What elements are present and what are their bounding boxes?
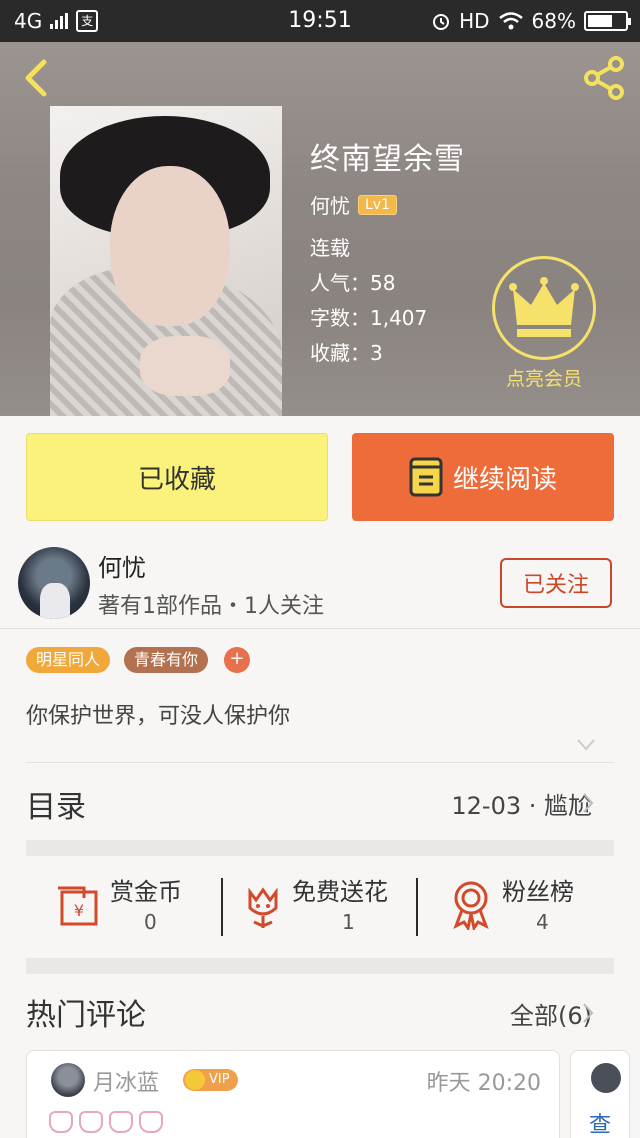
book-favorites: 收藏：3 — [310, 341, 383, 365]
book-popularity: 人气：58 — [310, 271, 396, 295]
clap-icon — [109, 1111, 133, 1133]
stat-label: 免费送花 — [292, 878, 388, 906]
vip-badge: VIP — [183, 1069, 238, 1091]
comment-avatar[interactable] — [591, 1063, 621, 1093]
comment-avatar[interactable] — [51, 1063, 85, 1097]
clap-icons — [49, 1111, 163, 1133]
tag-item[interactable]: 明星同人 — [26, 647, 111, 673]
comment-partial-text[interactable]: 查 — [589, 1107, 611, 1138]
red-envelope-icon: ¥ — [58, 886, 98, 926]
reward-coins[interactable]: ¥ 赏金币 0 — [56, 872, 196, 942]
status-right: HD 68% — [431, 9, 631, 33]
tag-item[interactable]: 青春有你 — [124, 647, 209, 673]
stat-value: 0 — [144, 910, 157, 934]
status-bar: 4G 支 19:51 HD 68% — [0, 0, 640, 42]
all-comments-link[interactable]: 全部(6) — [510, 996, 592, 1031]
hd-label: HD — [459, 9, 490, 33]
chevron-right-icon[interactable] — [582, 1002, 594, 1024]
continue-reading-label: 继续阅读 — [452, 464, 557, 495]
stat-divider — [416, 878, 418, 936]
fan-ranking[interactable]: 粉丝榜 4 — [450, 872, 590, 942]
stat-divider — [221, 878, 223, 936]
book-title: 终南望余雪 — [310, 142, 465, 177]
collect-label: 已收藏 — [137, 464, 216, 495]
hot-comments-title: 热门评论 — [26, 998, 146, 1033]
collect-button[interactable]: 已收藏 — [26, 433, 328, 521]
chevron-right-icon[interactable] — [582, 792, 594, 814]
cover-hand — [140, 336, 230, 396]
share-icon[interactable] — [580, 54, 628, 102]
divider — [26, 762, 614, 763]
comment-card-partial[interactable]: 查 — [570, 1050, 630, 1138]
author-card-name[interactable]: 何忧 — [98, 548, 146, 583]
clap-icon — [139, 1111, 163, 1133]
stat-value: 1 — [342, 910, 355, 934]
comment-card[interactable]: 月冰蓝 VIP 昨天 20:20 — [26, 1050, 560, 1138]
back-icon[interactable] — [18, 58, 58, 98]
book-cover[interactable] — [50, 106, 282, 416]
crown-icon — [185, 1070, 205, 1090]
stat-label: 粉丝榜 — [502, 878, 574, 906]
wifi-icon — [498, 12, 523, 30]
vip-badge-label: VIP — [209, 1072, 230, 1087]
vip-label[interactable]: 点亮会员 — [486, 364, 602, 391]
follow-button[interactable]: 已关注 — [500, 558, 612, 608]
author-row[interactable]: 何忧 Lv1 — [310, 190, 397, 219]
avatar-figure — [40, 583, 70, 619]
book-icon — [409, 457, 443, 497]
author-avatar[interactable] — [18, 547, 90, 619]
book-word-count: 字数：1,407 — [310, 306, 428, 330]
toc-title[interactable]: 目录 — [26, 782, 86, 826]
battery-fill — [588, 15, 612, 27]
section-band — [26, 958, 614, 974]
svg-text:¥: ¥ — [74, 901, 84, 920]
follow-label: 已关注 — [522, 573, 589, 598]
continue-reading-button[interactable]: 继续阅读 — [352, 433, 614, 521]
comment-time: 昨天 20:20 — [426, 1071, 541, 1096]
battery-icon — [584, 11, 631, 31]
chevron-down-icon[interactable] — [576, 738, 596, 752]
crown-icon — [509, 277, 579, 337]
section-band — [26, 840, 614, 856]
clap-icon — [49, 1111, 73, 1133]
stat-label: 赏金币 — [110, 878, 182, 906]
toc-latest-chapter[interactable]: 12-03 · 尴尬 — [451, 786, 592, 821]
level-badge: Lv1 — [358, 194, 397, 215]
medal-icon — [453, 881, 489, 930]
book-intro: 你保护世界，可没人保护你 — [26, 704, 291, 729]
add-tag-button[interactable]: + — [224, 647, 250, 673]
free-flower[interactable]: 免费送花 1 — [244, 872, 404, 942]
cover-face — [110, 166, 230, 326]
vip-button[interactable] — [492, 256, 596, 360]
battery-percent: 68% — [531, 9, 576, 33]
author-name: 何忧 — [310, 194, 350, 218]
author-card-subtitle: 著有1部作品・1人关注 — [98, 594, 324, 619]
book-status: 连载 — [310, 236, 350, 260]
stat-value: 4 — [536, 910, 549, 934]
book-header: 终南望余雪 何忧 Lv1 连载 人气：58 字数：1,407 收藏：3 点亮会员 — [0, 42, 640, 416]
comment-user[interactable]: 月冰蓝 — [93, 1065, 159, 1097]
clap-icon — [79, 1111, 103, 1133]
flower-icon — [248, 887, 278, 928]
alarm-icon — [433, 14, 450, 30]
divider — [0, 628, 640, 629]
